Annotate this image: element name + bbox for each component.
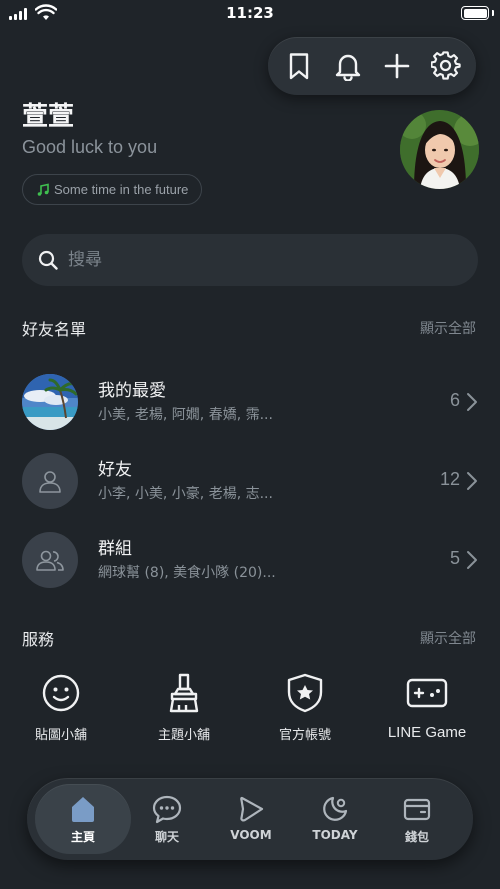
group-icon bbox=[36, 550, 64, 571]
nav-voom[interactable]: VOOM bbox=[203, 784, 299, 854]
profile-avatar[interactable] bbox=[400, 110, 479, 189]
search-input[interactable] bbox=[68, 250, 428, 270]
beach-photo bbox=[22, 374, 78, 430]
friend-row-friends[interactable]: 好友 小李, 小美, 小豪, 老楊, 志... 12 bbox=[0, 451, 500, 513]
services-grid: 貼圖小舖 主題小舖 官方帳號 LINE Game bbox=[0, 670, 500, 750]
bell-icon bbox=[335, 54, 360, 81]
nav-home[interactable]: 主頁 bbox=[35, 784, 131, 854]
add-friend-button[interactable] bbox=[377, 46, 417, 86]
status-bar: 11:23 bbox=[0, 0, 500, 30]
profile-name[interactable]: 萱萱 bbox=[22, 96, 74, 133]
nav-label: 錢包 bbox=[404, 830, 429, 844]
friends-section-title: 好友名單 bbox=[22, 320, 87, 339]
status-message[interactable]: Good luck to you bbox=[22, 137, 157, 158]
shield-star-icon bbox=[287, 673, 323, 713]
friends-see-all-link[interactable]: 顯示全部 bbox=[420, 318, 476, 338]
favorites-thumbnail bbox=[22, 374, 78, 430]
notifications-button[interactable] bbox=[328, 46, 368, 86]
service-label: 貼圖小舖 bbox=[34, 728, 87, 743]
friend-row-subtitle: 小李, 小美, 小豪, 老楊, 志... bbox=[98, 486, 273, 502]
top-toolbar bbox=[268, 37, 476, 95]
service-label: 主題小舖 bbox=[157, 728, 210, 743]
nav-label: VOOM bbox=[230, 828, 272, 842]
friend-row-title: 好友 bbox=[98, 460, 132, 480]
bookmark-button[interactable] bbox=[279, 46, 319, 86]
chat-icon bbox=[152, 795, 182, 824]
person-icon bbox=[39, 471, 61, 493]
chevron-right-icon bbox=[467, 472, 477, 490]
status-time: 11:23 bbox=[226, 4, 274, 22]
bottom-navigation: 主頁 聊天 VOOM TODAY 錢包 bbox=[27, 778, 473, 860]
services-section-title: 服務 bbox=[22, 630, 55, 649]
friend-row-subtitle: 小美, 老楊, 阿嫺, 春嬌, 霈... bbox=[98, 407, 273, 423]
nav-chat[interactable]: 聊天 bbox=[119, 784, 215, 854]
friends-avatar bbox=[22, 453, 78, 509]
friend-row-title: 我的最愛 bbox=[98, 381, 166, 401]
friend-row-groups[interactable]: 群組 網球幫 (8), 美食小隊 (20)... 5 bbox=[0, 530, 500, 592]
gamepad-icon bbox=[406, 678, 448, 708]
services-see-all-link[interactable]: 顯示全部 bbox=[420, 628, 476, 648]
friend-row-count: 6 bbox=[449, 390, 460, 410]
friend-row-favorites[interactable]: 我的最愛 小美, 老楊, 阿嫺, 春嬌, 霈... 6 bbox=[0, 372, 500, 434]
service-official-accounts[interactable]: 官方帳號 bbox=[250, 670, 360, 743]
plus-icon bbox=[384, 53, 409, 79]
service-theme-shop[interactable]: 主題小舖 bbox=[129, 670, 239, 743]
gear-icon bbox=[430, 51, 461, 80]
music-note-icon bbox=[37, 183, 49, 196]
bookmark-icon bbox=[289, 53, 308, 80]
settings-button[interactable] bbox=[426, 46, 466, 86]
friend-row-count: 12 bbox=[439, 469, 460, 489]
battery-icon bbox=[461, 6, 489, 20]
service-label: LINE Game bbox=[387, 724, 467, 741]
service-sticker-shop[interactable]: 貼圖小舖 bbox=[6, 670, 116, 743]
chevron-right-icon bbox=[467, 393, 477, 411]
battery-tip bbox=[492, 10, 494, 16]
nav-wallet[interactable]: 錢包 bbox=[369, 784, 465, 854]
friend-row-count: 5 bbox=[449, 548, 460, 568]
service-label: 官方帳號 bbox=[278, 728, 331, 743]
smiley-icon bbox=[42, 674, 80, 712]
today-icon bbox=[323, 796, 348, 821]
profile-photo bbox=[400, 110, 479, 189]
profile-music-pill[interactable]: Some time in the future bbox=[22, 174, 203, 205]
nav-label: 聊天 bbox=[154, 830, 179, 844]
home-icon bbox=[72, 797, 94, 822]
groups-avatar bbox=[22, 532, 78, 588]
nav-label: 主頁 bbox=[70, 830, 95, 844]
voom-play-icon bbox=[240, 796, 264, 822]
search-icon bbox=[38, 250, 58, 270]
friend-row-subtitle: 網球幫 (8), 美食小隊 (20)... bbox=[98, 565, 276, 581]
search-bar[interactable] bbox=[22, 234, 478, 286]
service-line-game[interactable]: LINE Game bbox=[372, 670, 482, 741]
chevron-right-icon bbox=[467, 551, 477, 569]
wallet-icon bbox=[403, 798, 431, 821]
paint-brush-icon bbox=[169, 673, 199, 713]
music-title: Some time in the future bbox=[54, 182, 189, 197]
friend-row-title: 群組 bbox=[98, 539, 132, 559]
